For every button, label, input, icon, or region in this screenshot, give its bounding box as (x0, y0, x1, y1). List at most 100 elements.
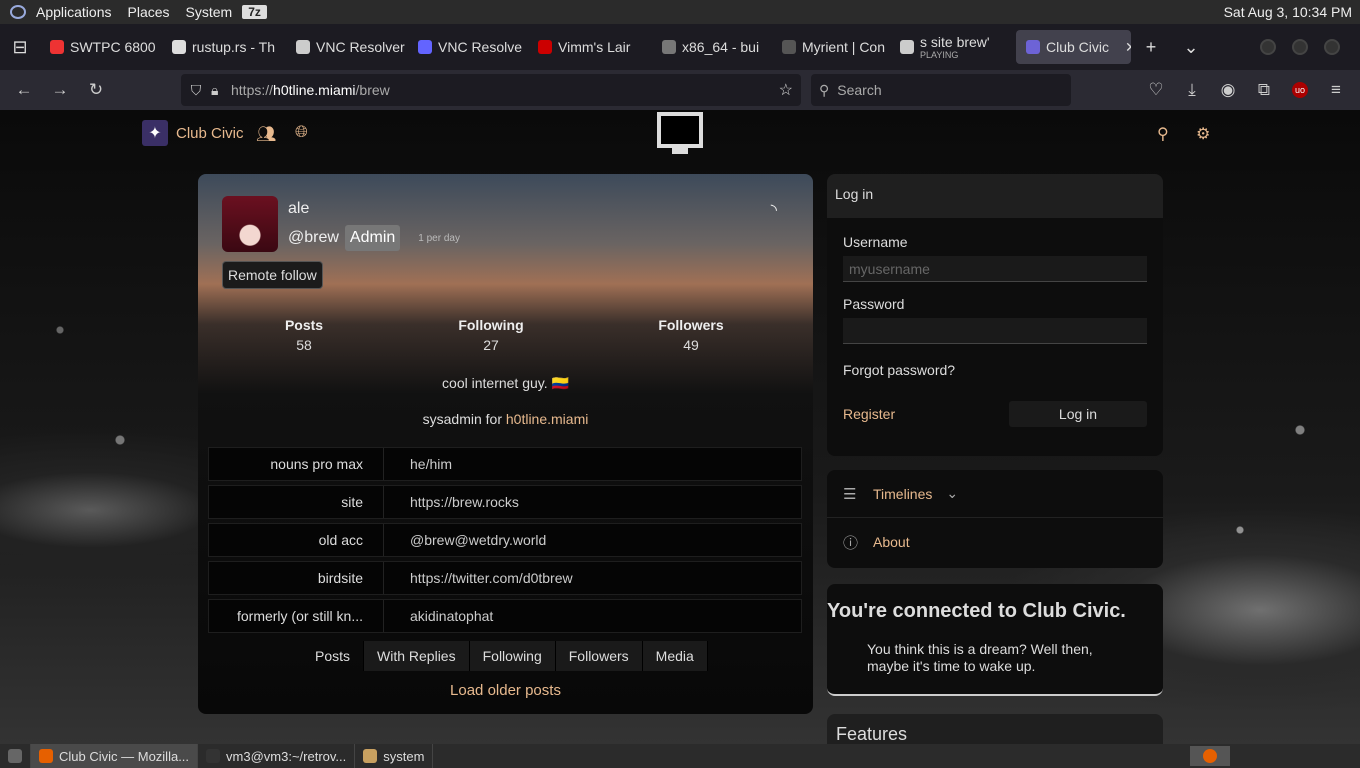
browser-tab[interactable]: s site brew' PLAYING (890, 30, 1016, 64)
browser-tab[interactable]: Vimm's Lair (528, 30, 652, 64)
profile-tab-media[interactable]: Media (642, 641, 708, 671)
tab-label-wrap: s site brew' PLAYING (920, 34, 990, 60)
taskbar-label: Club Civic — Mozilla... (59, 748, 190, 764)
tab-favicon-icon (172, 40, 186, 54)
profile-field-row: nouns pro max he/him (208, 447, 802, 481)
7z-tray-icon[interactable]: 7z (242, 5, 267, 19)
reload-icon[interactable]: ↻ (78, 74, 114, 106)
close-window-button[interactable] (1324, 39, 1340, 55)
bio-link[interactable]: h0tline.miami (506, 411, 588, 427)
bio-line: cool internet guy. 🇨🇴 (442, 375, 569, 391)
applications-icon (10, 5, 26, 19)
browser-tab[interactable]: VNC Resolve (408, 30, 528, 64)
browser-tabbar: ⊟ SWTPC 6800 rustup.rs - Th VNC Resolver VN… (0, 24, 1360, 70)
tab-favicon-icon (538, 40, 552, 54)
workspace-switcher[interactable] (1190, 746, 1230, 766)
chevron-down-icon: ⌄ (946, 485, 959, 501)
register-link[interactable]: Register (843, 406, 895, 422)
forward-icon[interactable]: → (42, 74, 78, 106)
menu-places[interactable]: Places (122, 4, 176, 20)
timelines-label: Timelines (873, 485, 933, 502)
tab-list-chevron-icon[interactable]: ⌄ (1171, 30, 1211, 64)
stat-followers[interactable]: Followers 49 (641, 317, 741, 353)
taskbar-app-icon (206, 749, 221, 763)
new-tab-icon[interactable]: + (1131, 30, 1171, 64)
url-bar[interactable]: ⛉ 🔒︎ https://h0tline.miami/brew ☆ (181, 74, 801, 106)
stat-value: 58 (296, 337, 312, 353)
profile-tab-with-replies[interactable]: With Replies (364, 641, 470, 671)
profile-tab-posts[interactable]: Posts (302, 641, 365, 671)
search-bar[interactable]: ⚲ Search (811, 74, 1071, 106)
stat-value: 27 (483, 337, 499, 353)
taskbar-item[interactable]: vm3@vm3:~/retrov... (198, 744, 356, 768)
browser-tab[interactable]: VNC Resolver (286, 30, 408, 64)
stat-posts[interactable]: Posts 58 (268, 317, 340, 353)
bookmark-star-icon[interactable]: ☆ (779, 80, 793, 100)
search-placeholder: Search (837, 82, 882, 98)
extensions-icon[interactable]: ⧉ (1246, 74, 1282, 106)
remote-follow-button[interactable]: Remote follow (222, 261, 323, 289)
maximize-button[interactable] (1292, 39, 1308, 55)
profile-field-value[interactable]: @brew@wetdry.world (384, 532, 546, 548)
features-title: Features (836, 724, 908, 744)
shield-icon[interactable]: ⛉ (181, 82, 211, 99)
taskbar-item[interactable]: Club Civic — Mozilla... (31, 744, 199, 768)
profile-tabs: Posts With Replies Following Followers Media (302, 641, 708, 671)
browser-tab[interactable]: SWTPC 6800 (40, 30, 162, 64)
tab-label: Vimm's Lair (558, 39, 631, 55)
minimize-button[interactable] (1260, 39, 1276, 55)
avatar[interactable] (222, 196, 278, 252)
tab-label: rustup.rs - Th (192, 39, 275, 55)
site-brand[interactable]: ✦ Club Civic (142, 120, 244, 146)
profile-field-key: birdsite (209, 562, 384, 594)
taskbar-item[interactable]: system (355, 744, 434, 768)
search-icon[interactable]: ⚲ (1157, 124, 1169, 144)
tab-overview-icon[interactable]: ⊟ (0, 30, 40, 64)
profile-card: ale @brew Admin 1 per day ◝ Remote follo… (198, 174, 813, 714)
about-link[interactable]: ⓘ About (827, 518, 1163, 566)
login-title: Log in (827, 174, 1163, 218)
browser-tab[interactable]: rustup.rs - Th (162, 30, 286, 64)
profile-field-value[interactable]: https://twitter.com/d0tbrew (384, 570, 573, 586)
hamburger-menu-icon[interactable]: ≡ (1318, 74, 1354, 106)
rss-icon[interactable]: ◝ (771, 200, 777, 220)
stat-following[interactable]: Following 27 (441, 317, 541, 353)
browser-tab[interactable]: x86_64 - bui (652, 30, 772, 64)
menu-applications[interactable]: Applications (30, 4, 118, 20)
post-rate: 1 per day (418, 232, 460, 244)
settings-gear-icon[interactable]: ⚙ (1196, 124, 1210, 144)
pocket-icon[interactable]: ♡ (1138, 74, 1174, 106)
browser-tab[interactable]: Club Civic ✕ (1016, 30, 1131, 64)
tab-label: s site brew' (920, 34, 990, 50)
timelines-menu[interactable]: ☰ Timelines ⌄ (827, 470, 1163, 518)
bio-line: sysadmin for h0tline.miami (198, 411, 813, 427)
users-icon[interactable]: 👥︎ (256, 124, 276, 144)
forgot-password-link[interactable]: Forgot password? (827, 362, 1163, 378)
show-desktop-button[interactable] (0, 744, 31, 768)
downloads-icon[interactable]: ⤓ (1174, 74, 1210, 106)
info-icon: ⓘ (843, 534, 859, 552)
login-button[interactable]: Log in (1009, 401, 1147, 427)
profile-field-value: akidinatophat (410, 608, 494, 624)
profile-tab-followers[interactable]: Followers (555, 641, 643, 671)
profile-handle: @brew (288, 229, 339, 246)
password-field[interactable] (843, 318, 1147, 344)
clock[interactable]: Sat Aug 3, 10:34 PM (1224, 4, 1352, 20)
globe-icon[interactable]: 🌐︎ (295, 124, 308, 142)
site-monitor-logo-icon[interactable] (657, 112, 703, 156)
profile-field-value[interactable]: https://brew.rocks (384, 494, 519, 510)
profile-field-key: old acc (209, 524, 384, 556)
username-field[interactable]: myusername (843, 256, 1147, 282)
profile-tab-following[interactable]: Following (469, 641, 556, 671)
admin-badge: Admin (344, 225, 401, 251)
menu-system[interactable]: System (180, 4, 239, 20)
lock-icon[interactable]: 🔒︎ (211, 82, 231, 99)
back-icon[interactable]: ← (6, 74, 42, 106)
connected-panel: You're connected to Club Civic. You thin… (827, 584, 1163, 696)
load-older-posts-link[interactable]: Load older posts (198, 682, 813, 699)
tab-label: VNC Resolve (438, 39, 523, 55)
account-icon[interactable]: ◉ (1210, 74, 1246, 106)
ublock-icon[interactable]: uo (1282, 74, 1318, 106)
login-panel: Log in Username myusername Password Forg… (827, 174, 1163, 456)
browser-tab[interactable]: Myrient | Con (772, 30, 890, 64)
